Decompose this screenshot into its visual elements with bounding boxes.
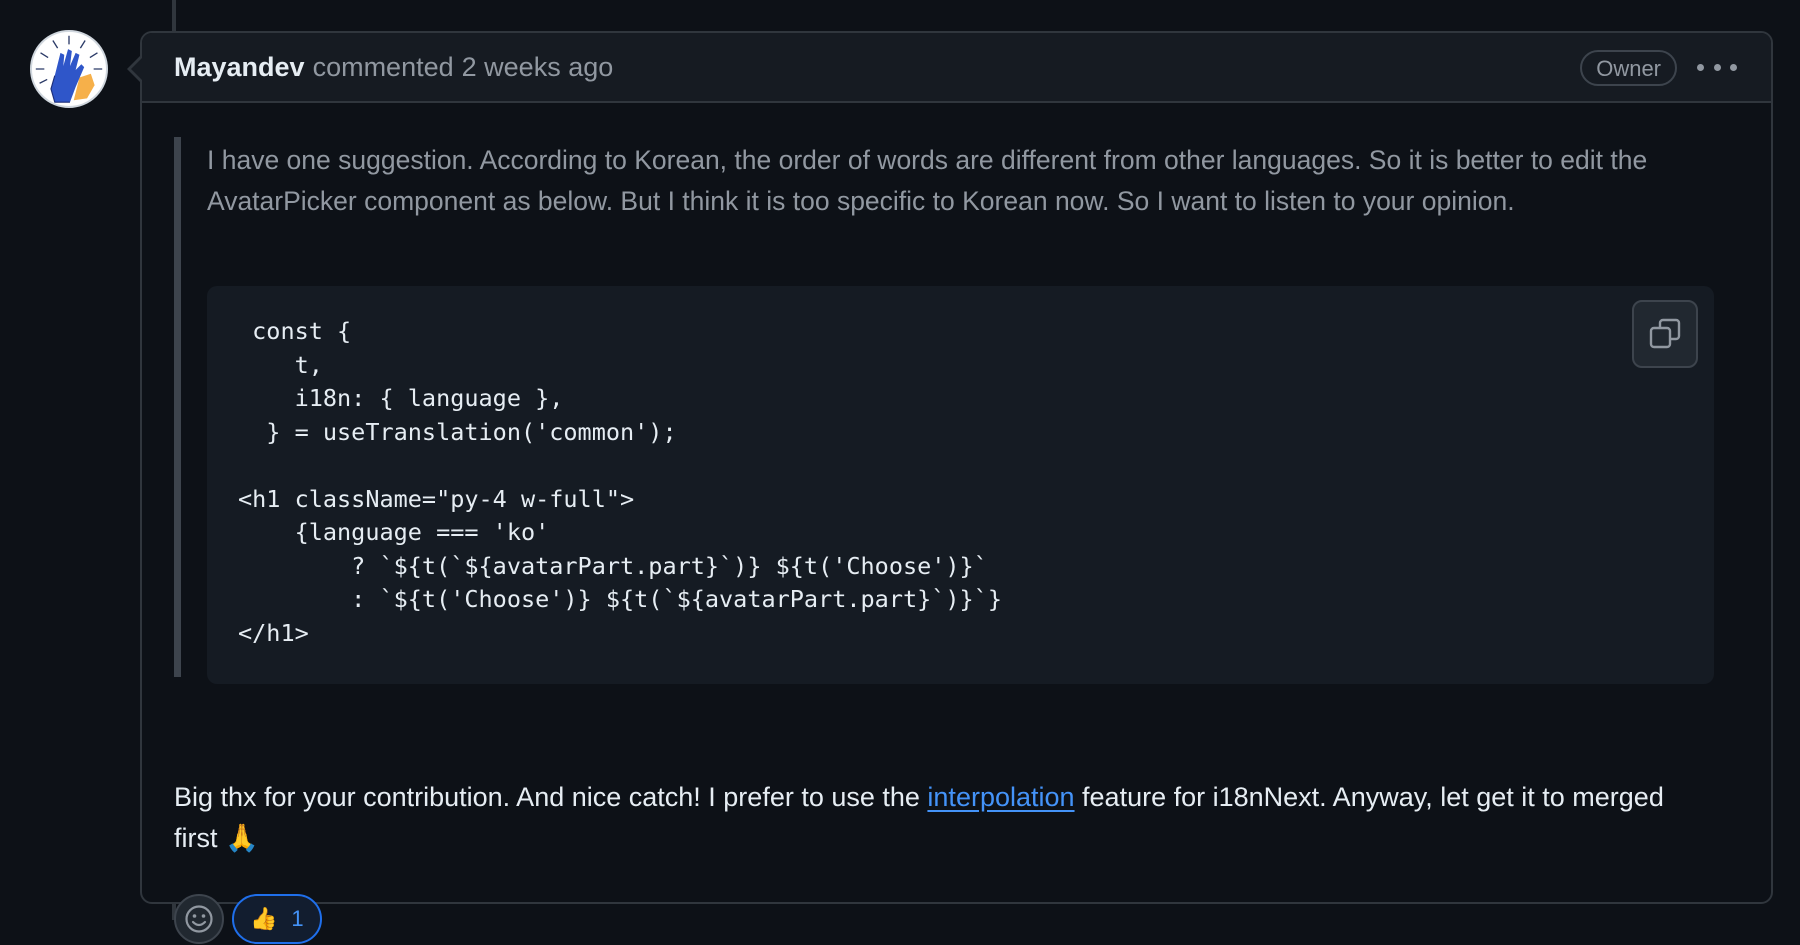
author-avatar[interactable]: [30, 30, 108, 108]
owner-badge: Owner: [1580, 50, 1677, 86]
code-content: const { t, i18n: { language }, } = useTr…: [238, 317, 1003, 647]
author-name[interactable]: Mayandev: [174, 52, 305, 83]
interpolation-link[interactable]: interpolation: [927, 782, 1074, 812]
kebab-horizontal-icon[interactable]: [1697, 56, 1737, 78]
reactions-bar: 👍 1: [174, 893, 322, 945]
copy-button[interactable]: [1632, 300, 1698, 368]
comment-caret-fill: [131, 56, 144, 82]
comment-header: Mayandev commented 2 weeks ago Owner: [142, 33, 1771, 103]
add-reaction-button[interactable]: [174, 894, 224, 944]
comment-card: Mayandev commented 2 weeks ago Owner I h…: [140, 31, 1773, 944]
thumbs-up-reaction-button[interactable]: 👍 1: [232, 894, 322, 944]
copy-icon: [1649, 318, 1681, 349]
avatar-image: [35, 35, 103, 103]
reply-text-start: Big thx for your contribution. And nice …: [174, 782, 928, 812]
comment-timestamp[interactable]: 2 weeks ago: [462, 52, 614, 83]
comment-action: commented: [312, 51, 454, 82]
thumbs-up-count: 1: [291, 906, 304, 931]
smiley-icon: [185, 905, 213, 933]
folded-hands-emoji: 🙏: [225, 823, 259, 853]
comment-reply-text: Big thx for your contribution. And nice …: [174, 777, 1714, 859]
thumbs-up-emoji: 👍: [250, 906, 278, 931]
code-block: const { t, i18n: { language }, } = useTr…: [207, 286, 1714, 684]
quoted-text: I have one suggestion. According to Kore…: [207, 145, 1648, 216]
